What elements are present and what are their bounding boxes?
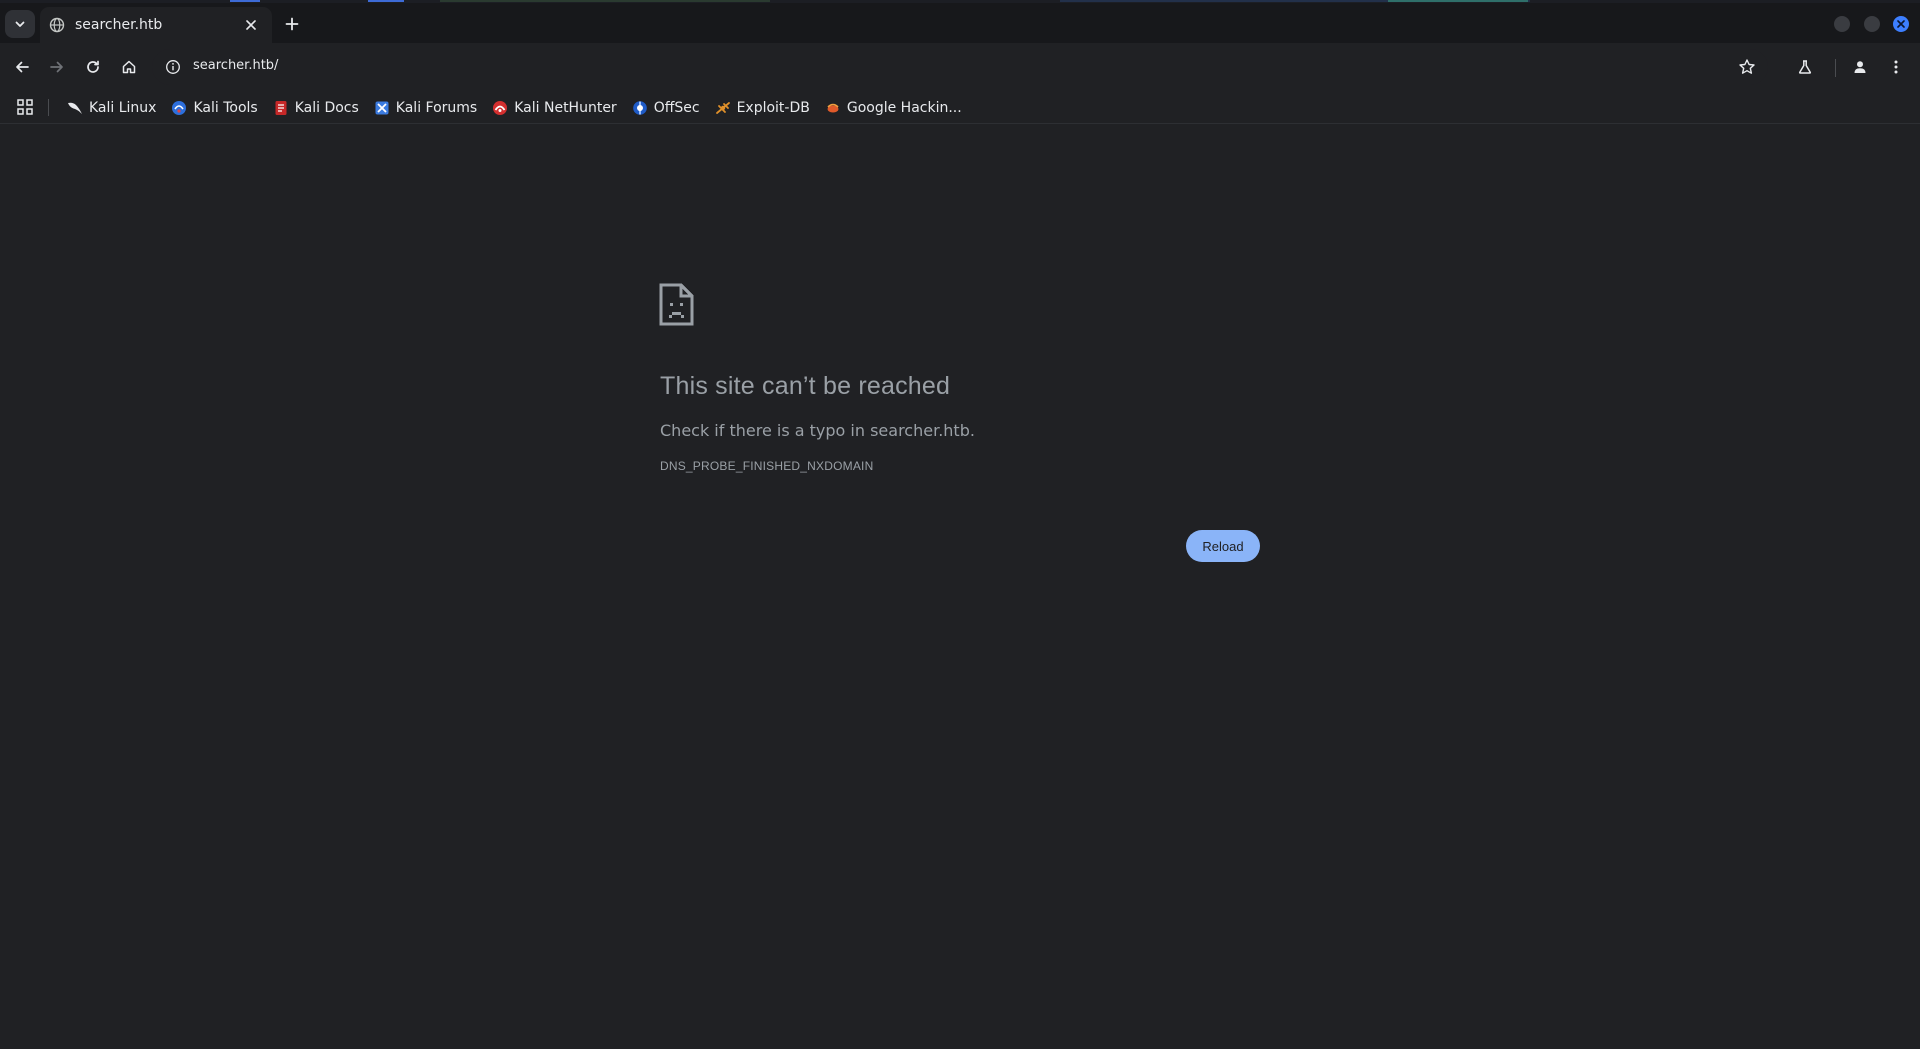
error-title: This site can’t be reached xyxy=(660,372,951,400)
kali-forums-icon xyxy=(374,100,390,116)
error-code: DNS_PROBE_FINISHED_NXDOMAIN xyxy=(660,459,874,473)
arrow-right-icon xyxy=(50,61,63,73)
minimize-window-button[interactable] xyxy=(1834,16,1850,32)
tab-strip: searcher.htb xyxy=(0,0,1920,43)
home-button[interactable] xyxy=(116,54,142,80)
plus-icon xyxy=(285,17,299,31)
new-tab-button[interactable] xyxy=(281,13,303,35)
close-window-button[interactable] xyxy=(1893,16,1909,32)
error-suggestion: Check if there is a typo in searcher.htb… xyxy=(660,421,975,440)
sad-page-icon xyxy=(659,283,694,326)
kali-docs-icon xyxy=(273,100,289,116)
offsec-icon xyxy=(632,100,648,116)
more-vertical-icon xyxy=(1894,60,1898,74)
exploit-db-icon xyxy=(715,100,731,116)
profile-button[interactable] xyxy=(1847,54,1873,80)
bookmark-kali-forums[interactable]: Kali Forums xyxy=(369,94,482,122)
bookmarks-bar: Kali Linux Kali Tools Kali Docs Kali For… xyxy=(0,91,1920,124)
toolbar-divider xyxy=(1835,59,1836,77)
tab-search-button[interactable] xyxy=(5,10,35,38)
bookmark-kali-nethunter[interactable]: Kali NetHunter xyxy=(487,94,621,122)
bookmark-label: Google Hackin... xyxy=(846,99,962,116)
tabstrip-top-edge xyxy=(0,0,1920,3)
flask-icon xyxy=(1798,60,1812,74)
arrow-left-icon xyxy=(16,61,29,73)
chevron-down-icon xyxy=(15,21,25,27)
bookmark-kali-docs[interactable]: Kali Docs xyxy=(268,94,364,122)
person-icon xyxy=(1854,61,1866,73)
labs-button[interactable] xyxy=(1792,54,1818,80)
active-tab[interactable]: searcher.htb xyxy=(40,7,272,43)
bookmark-label: Kali Docs xyxy=(294,99,359,116)
bookmark-google-hacking[interactable]: Google Hackin... xyxy=(820,94,967,122)
site-info-icon[interactable] xyxy=(165,59,181,75)
bookmark-label: Kali Linux xyxy=(89,99,157,116)
bookmark-offsec[interactable]: OffSec xyxy=(627,94,705,122)
address-bar[interactable]: searcher.htb/ xyxy=(152,49,1768,85)
home-icon xyxy=(122,60,136,74)
refresh-icon xyxy=(87,60,99,73)
menu-button[interactable] xyxy=(1883,54,1909,80)
close-tab-icon[interactable] xyxy=(242,16,260,34)
tab-title: searcher.htb xyxy=(75,17,163,33)
kali-dragon-icon xyxy=(67,100,83,116)
bookmark-exploit-db[interactable]: Exploit-DB xyxy=(710,94,815,122)
bookmarks-divider xyxy=(48,99,49,116)
bookmark-kali-tools[interactable]: Kali Tools xyxy=(166,94,262,122)
kali-tools-icon xyxy=(171,100,187,116)
reload-button[interactable]: Reload xyxy=(1186,530,1260,562)
bookmark-star-icon[interactable] xyxy=(1738,58,1756,76)
bookmark-list: Kali Linux Kali Tools Kali Docs Kali For… xyxy=(62,91,972,124)
close-icon xyxy=(1897,20,1905,28)
bookmark-kali-linux[interactable]: Kali Linux xyxy=(62,94,161,122)
ghdb-icon xyxy=(825,100,841,116)
apps-grid-icon[interactable] xyxy=(16,98,34,116)
url-text[interactable]: searcher.htb/ xyxy=(193,58,278,73)
back-button[interactable] xyxy=(9,54,35,80)
page-content: This site can’t be reached Check if ther… xyxy=(0,125,1920,1049)
globe-icon xyxy=(49,17,65,33)
bookmark-label: Kali Tools xyxy=(193,99,258,116)
forward-button[interactable] xyxy=(44,54,70,80)
reload-toolbar-button[interactable] xyxy=(80,54,106,80)
nethunter-icon xyxy=(492,100,508,116)
browser-toolbar: searcher.htb/ xyxy=(0,43,1920,91)
bookmark-label: Exploit-DB xyxy=(736,99,810,116)
bookmark-label: Kali Forums xyxy=(395,99,478,116)
bookmark-label: Kali NetHunter xyxy=(514,99,617,116)
maximize-window-button[interactable] xyxy=(1864,16,1880,32)
bookmark-label: OffSec xyxy=(653,99,700,116)
